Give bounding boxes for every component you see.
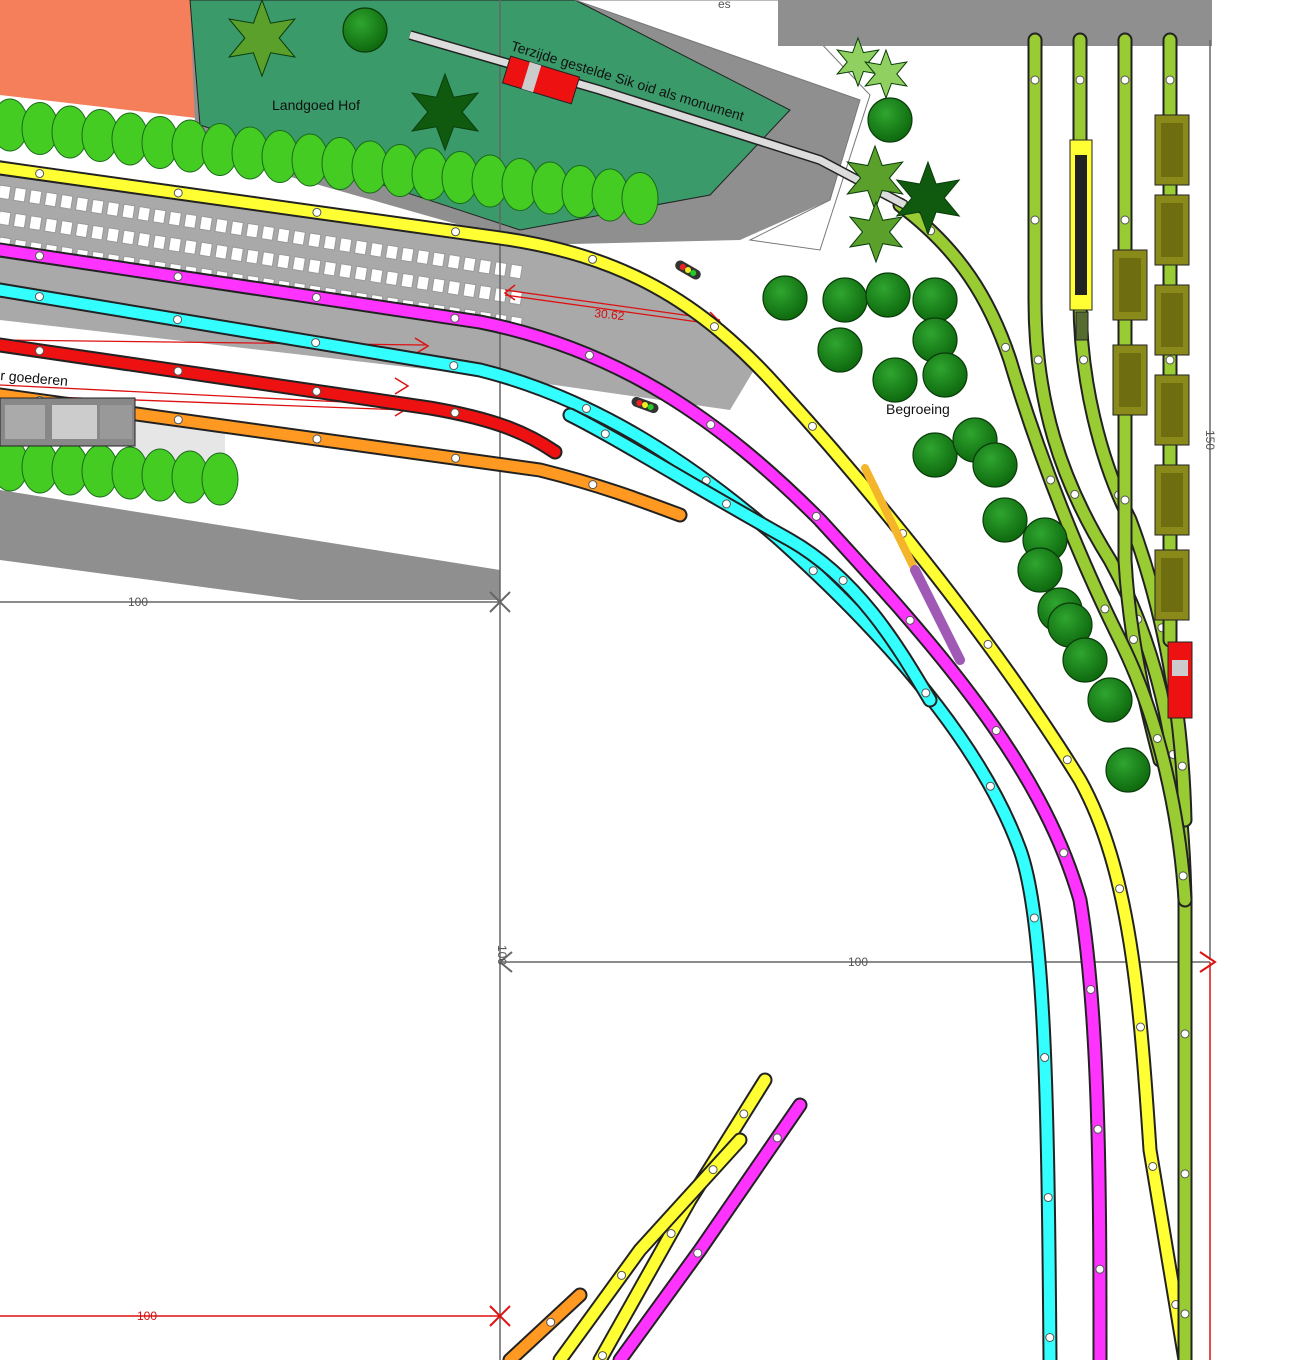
- tree-icon: [982, 497, 1028, 543]
- track-plan-diagram: Landgoed Hof Terzijde gestelde Sik oid a…: [0, 0, 1217, 1360]
- dimension-left: 100: [128, 595, 148, 609]
- tree-icon: [912, 277, 958, 323]
- tree-icon: [872, 357, 918, 403]
- tree-icon: [822, 277, 868, 323]
- tree-icon: [867, 97, 913, 143]
- tree-icon: [848, 200, 904, 264]
- dimension-bottom: 100: [137, 1309, 157, 1323]
- tree-icon: [1105, 747, 1151, 793]
- tree-icon: [1087, 677, 1133, 723]
- goods-wagons: [0, 397, 136, 447]
- dimension-right: 150: [1203, 430, 1217, 450]
- tree-icon: [912, 432, 958, 478]
- tree-icon: [762, 275, 808, 321]
- tree-icon: [865, 272, 911, 318]
- tree-icon: [922, 352, 968, 398]
- top-cut-label: es: [718, 0, 731, 11]
- track-yellow-lower: [594, 1074, 771, 1360]
- grey-road-right-top: [778, 0, 1212, 46]
- grey-road-bottom: [0, 490, 500, 600]
- tree-icon: [972, 442, 1018, 488]
- orange-building: [0, 0, 196, 118]
- signal-icon: [675, 260, 701, 280]
- tree-icon: [1017, 547, 1063, 593]
- vegetation-label: Begroeing: [886, 401, 950, 417]
- tree-icon: [1062, 637, 1108, 683]
- tree-icon: [895, 160, 961, 236]
- park-label: Landgoed Hof: [272, 97, 360, 113]
- tree-icon: [342, 7, 388, 53]
- tree-icon: [817, 327, 863, 373]
- dimension-middle: 100: [848, 955, 868, 969]
- dimension-vertical: 100: [495, 945, 509, 965]
- train-wagon-icon: [1167, 641, 1193, 719]
